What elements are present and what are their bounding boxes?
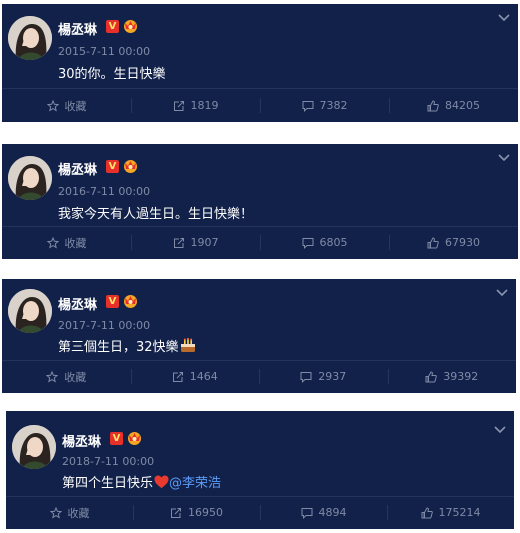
favorite-button[interactable]: 收藏 xyxy=(2,89,131,122)
author-name[interactable]: 楊丞琳 xyxy=(62,431,101,450)
comment-count: 7382 xyxy=(319,99,348,112)
post-timestamp[interactable]: 2017-7-11 00:00 xyxy=(58,319,150,332)
action-bar: 收藏 16950 4894 175214 xyxy=(6,496,514,529)
avatar[interactable] xyxy=(8,16,52,60)
post-card: 楊丞琳 V 2018-7-11 00:00 第四个生日快乐 @李荣浩 收藏 16… xyxy=(6,411,514,529)
repost-button[interactable]: 16950 xyxy=(133,496,260,529)
mention-link[interactable]: @李荣浩 xyxy=(169,472,221,491)
chevron-down-icon[interactable] xyxy=(494,426,506,434)
comment-button[interactable]: 2937 xyxy=(259,360,388,393)
like-button[interactable]: 84205 xyxy=(389,89,518,122)
favorite-label: 收藏 xyxy=(64,370,87,384)
avatar[interactable] xyxy=(8,156,52,200)
repost-button[interactable]: 1819 xyxy=(131,89,260,122)
comment-icon xyxy=(302,100,313,112)
favorite-button[interactable]: 收藏 xyxy=(6,496,133,529)
author-name[interactable]: 楊丞琳 xyxy=(58,294,97,313)
repost-count: 1907 xyxy=(190,236,219,249)
repost-button[interactable]: 1464 xyxy=(130,360,260,393)
favorite-label: 收藏 xyxy=(64,99,87,113)
red-heart-icon xyxy=(154,475,169,488)
crown-badge-icon xyxy=(124,295,137,308)
repost-icon xyxy=(172,371,183,382)
post-timestamp[interactable]: 2016-7-11 00:00 xyxy=(58,185,150,198)
like-button[interactable]: 175214 xyxy=(387,496,514,529)
chevron-down-icon[interactable] xyxy=(498,14,510,22)
crown-badge-icon xyxy=(124,20,137,33)
comment-count: 6805 xyxy=(319,236,348,249)
repost-count: 1819 xyxy=(190,99,219,112)
thumbs-up-icon xyxy=(425,370,438,382)
repost-count: 16950 xyxy=(188,506,223,519)
repost-count: 1464 xyxy=(189,370,218,383)
comment-count: 4894 xyxy=(318,506,347,519)
post-text: 第三個生日，32快樂 xyxy=(58,340,179,355)
comment-button[interactable]: 7382 xyxy=(260,89,389,122)
comment-icon xyxy=(301,507,312,519)
star-icon xyxy=(46,370,59,383)
favorite-label: 收藏 xyxy=(67,506,90,520)
post-card: 楊丞琳 V 2017-7-11 00:00 第三個生日，32快樂 收藏 1464 xyxy=(2,279,516,393)
like-count: 39392 xyxy=(443,370,479,383)
chevron-down-icon[interactable] xyxy=(498,154,510,162)
chevron-down-icon[interactable] xyxy=(496,289,508,297)
favorite-label: 收藏 xyxy=(64,236,87,250)
post-content: 我家今天有人過生日。生日快樂！ xyxy=(58,203,253,222)
avatar-photo xyxy=(8,289,52,333)
like-count: 67930 xyxy=(445,236,480,249)
post-timestamp[interactable]: 2018-7-11 00:00 xyxy=(62,455,154,468)
repost-button[interactable]: 1907 xyxy=(131,226,260,259)
repost-icon xyxy=(173,237,184,248)
avatar[interactable] xyxy=(8,289,52,333)
avatar-photo xyxy=(8,156,52,200)
favorite-button[interactable]: 收藏 xyxy=(2,360,131,393)
verified-v-icon: V xyxy=(110,432,123,445)
post-text: 30的你。生日快樂 xyxy=(58,67,166,82)
like-count: 175214 xyxy=(438,506,481,519)
favorite-button[interactable]: 收藏 xyxy=(2,226,131,259)
star-icon xyxy=(46,236,59,249)
like-button[interactable]: 39392 xyxy=(387,360,517,393)
post-timestamp[interactable]: 2015-7-11 00:00 xyxy=(58,45,150,58)
repost-icon xyxy=(173,100,184,111)
verified-v-icon: V xyxy=(106,295,119,308)
action-bar: 收藏 1907 6805 67930 xyxy=(2,226,518,259)
comment-icon xyxy=(300,371,312,383)
crown-badge-icon xyxy=(128,432,141,445)
post-content: 第三個生日，32快樂 xyxy=(58,336,196,355)
cake-icon xyxy=(180,338,195,352)
crown-badge-icon xyxy=(124,160,137,173)
action-bar: 收藏 1819 7382 84205 xyxy=(2,89,518,122)
action-bar: 收藏 1464 2937 39392 xyxy=(2,360,516,393)
repost-icon xyxy=(171,507,181,518)
author-name[interactable]: 楊丞琳 xyxy=(58,159,97,178)
avatar-photo xyxy=(8,16,52,60)
thumbs-up-icon xyxy=(421,506,433,518)
comment-button[interactable]: 6805 xyxy=(260,226,389,259)
author-name[interactable]: 楊丞琳 xyxy=(58,19,97,38)
comment-icon xyxy=(302,237,313,249)
thumbs-up-icon xyxy=(427,236,439,248)
like-count: 84205 xyxy=(445,99,480,112)
verified-v-icon: V xyxy=(106,20,119,33)
post-content: 第四个生日快乐 @李荣浩 xyxy=(62,472,221,491)
star-icon xyxy=(49,506,62,519)
post-text: 第四个生日快乐 xyxy=(62,476,154,491)
post-text: 我家今天有人過生日。生日快樂！ xyxy=(58,207,254,222)
post-card: 楊丞琳 V 2015-7-11 00:00 30的你。生日快樂 收藏 1819 … xyxy=(2,4,518,122)
comment-count: 2937 xyxy=(318,370,347,383)
post-card: 楊丞琳 V 2016-7-11 00:00 我家今天有人過生日。生日快樂！ 收藏… xyxy=(2,144,518,259)
avatar-photo xyxy=(12,425,56,469)
star-icon xyxy=(46,99,59,112)
verified-v-icon: V xyxy=(106,160,119,173)
avatar[interactable] xyxy=(12,425,56,469)
post-content: 30的你。生日快樂 xyxy=(58,63,166,82)
thumbs-up-icon xyxy=(427,99,439,111)
like-button[interactable]: 67930 xyxy=(389,226,518,259)
comment-button[interactable]: 4894 xyxy=(260,496,387,529)
